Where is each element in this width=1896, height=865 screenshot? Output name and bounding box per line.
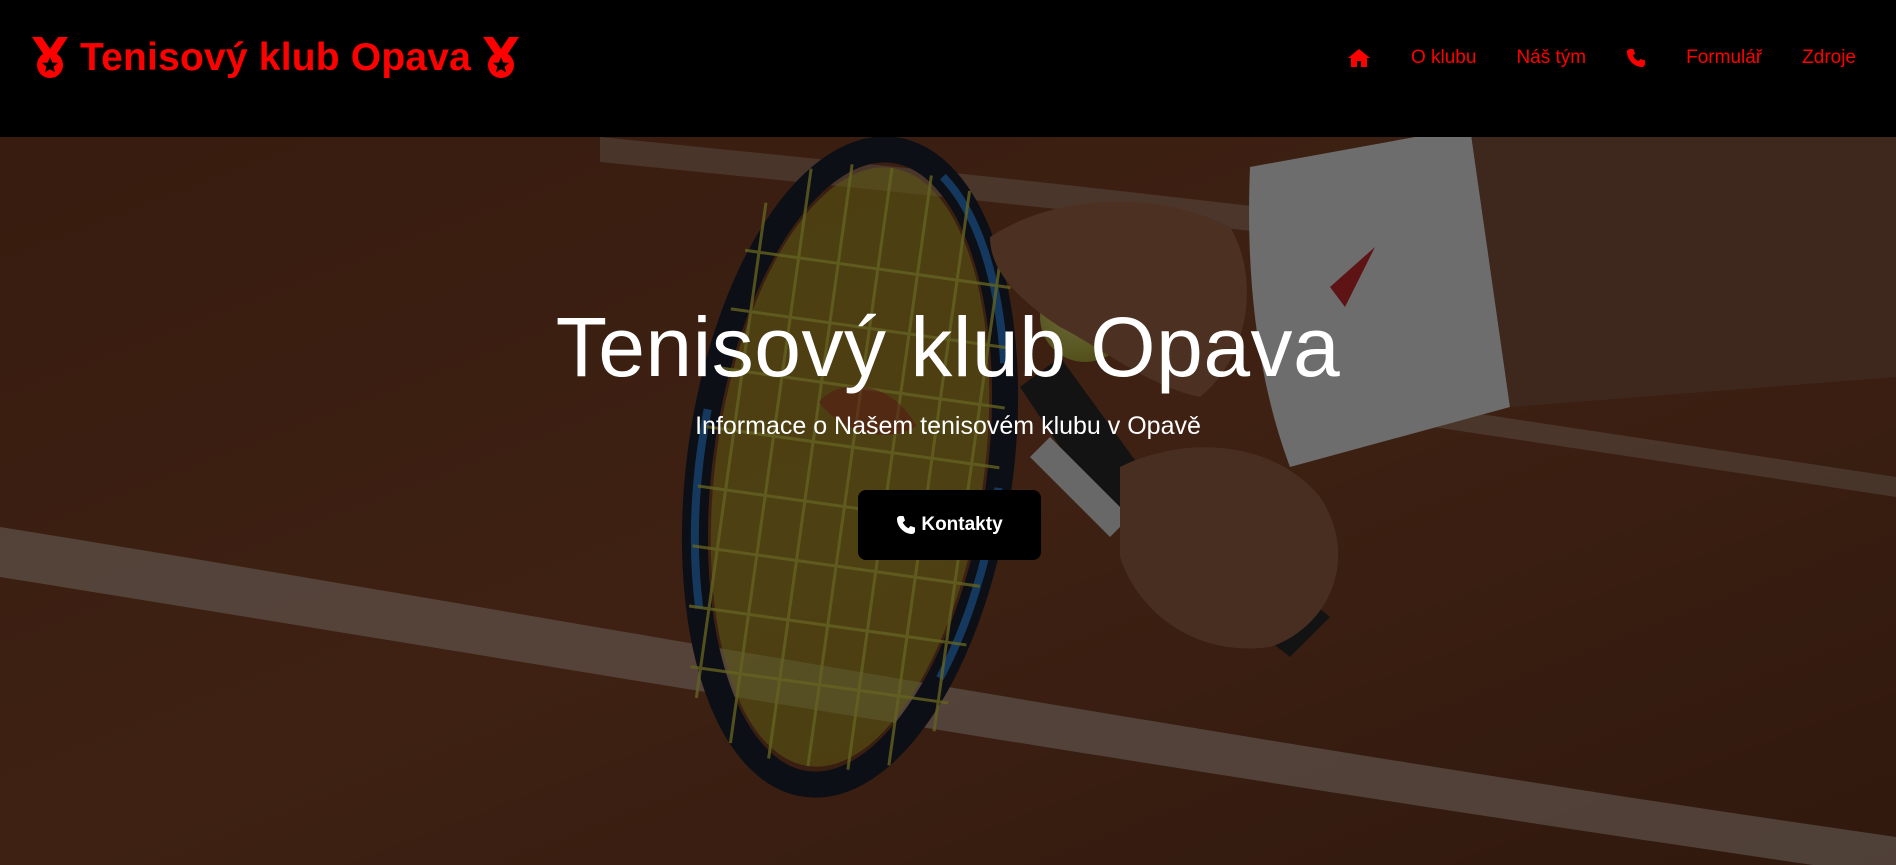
hero-subtitle: Informace o Našem tenisovém klubu v Opav… xyxy=(695,412,1201,440)
home-icon xyxy=(1347,49,1370,67)
navbar: Tenisový klub Opava O klubu Náš tým Form… xyxy=(0,0,1896,137)
phone-icon xyxy=(1627,49,1646,67)
nav-phone[interactable] xyxy=(1626,48,1646,68)
nav-o-klubu[interactable]: O klubu xyxy=(1411,47,1476,69)
brand-title: Tenisový klub Opava xyxy=(80,36,472,79)
hero-title: Tenisový klub Opava xyxy=(555,300,1341,394)
contacts-button-label: Kontakty xyxy=(921,514,1003,535)
medal-icon xyxy=(32,37,68,78)
nav-zdroje[interactable]: Zdroje xyxy=(1802,47,1856,69)
nav-nas-tym[interactable]: Náš tým xyxy=(1516,47,1586,69)
hero-section: Tenisový klub Opava Informace o Našem te… xyxy=(0,137,1896,865)
nav-formular[interactable]: Formulář xyxy=(1686,47,1762,69)
phone-icon xyxy=(897,516,916,534)
contacts-button[interactable]: Kontakty xyxy=(858,490,1041,560)
nav-home[interactable] xyxy=(1347,48,1371,68)
brand-link[interactable]: Tenisový klub Opava xyxy=(28,30,523,86)
nav-links: O klubu Náš tým Formulář Zdroje xyxy=(1307,30,1856,86)
medal-icon xyxy=(483,37,520,78)
